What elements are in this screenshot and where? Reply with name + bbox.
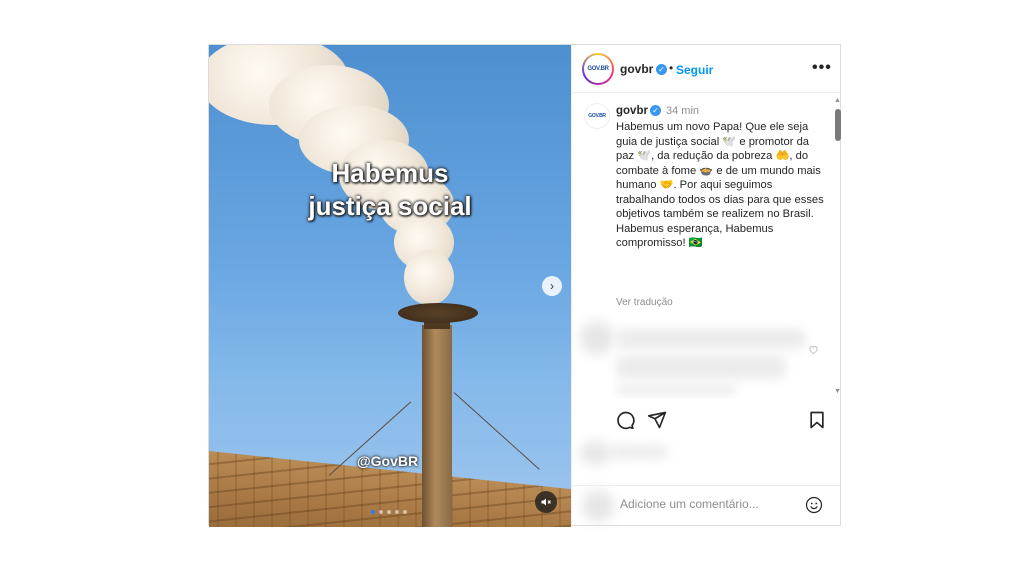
support-wire <box>453 392 540 470</box>
post-media[interactable]: Habemus justiça social @GovBR › <box>209 45 571 527</box>
share-button[interactable] <box>646 409 668 431</box>
see-translation-link[interactable]: Ver tradução <box>616 297 673 308</box>
post-caption-text: Habemus um novo Papa! Que ele seja guia … <box>616 121 824 249</box>
blurred-comment-avatar <box>580 321 614 355</box>
save-button[interactable] <box>806 409 828 431</box>
mute-button[interactable] <box>535 491 557 513</box>
slide-dot <box>379 510 383 514</box>
caption-avatar[interactable]: GOV.BR <box>584 103 610 129</box>
media-caption-line1: Habemus <box>331 158 449 188</box>
blurred-user-avatar <box>582 490 614 522</box>
slide-dot <box>403 510 407 514</box>
more-options-icon[interactable]: ••• <box>812 59 832 77</box>
scrollbar[interactable]: ▲ ▼ <box>834 97 842 397</box>
scroll-down-arrow-icon[interactable]: ▼ <box>834 388 841 395</box>
header-username[interactable]: govbr <box>620 62 653 76</box>
comment-input[interactable] <box>620 497 800 511</box>
muted-speaker-icon <box>541 498 551 506</box>
post-header: GOV.BR govbr ✓ • Seguir ••• <box>572 45 842 93</box>
smoke-cloud <box>404 250 454 305</box>
verified-badge-icon: ✓ <box>656 64 667 75</box>
caption-username[interactable]: govbr <box>616 105 648 117</box>
blurred-comment <box>616 355 786 379</box>
slide-dot-active <box>371 510 375 514</box>
next-slide-button[interactable]: › <box>542 276 562 296</box>
blurred-comment <box>616 329 806 349</box>
blurred-comment <box>616 385 736 395</box>
follow-button[interactable]: Seguir <box>676 63 713 77</box>
media-caption: Habemus justiça social <box>209 157 571 223</box>
avatar-logo: GOV.BR <box>584 55 612 83</box>
share-icon <box>647 411 667 429</box>
comment-button[interactable] <box>614 409 636 431</box>
comment-bar <box>572 485 842 527</box>
blurred-likes-avatar <box>580 441 610 465</box>
avatar[interactable]: GOV.BR <box>582 53 614 85</box>
instagram-post-modal: Habemus justiça social @GovBR › GOV.BR g… <box>208 44 842 527</box>
caption-avatar-logo: GOV.BR <box>586 105 608 127</box>
comments-scroll-area[interactable]: GOV.BR govbr ✓ 34 min Habemus um novo Pa… <box>572 93 834 399</box>
blurred-likes-text <box>608 445 668 459</box>
slide-dot <box>387 510 391 514</box>
emoji-button[interactable] <box>803 494 825 516</box>
chimney <box>422 325 452 527</box>
verified-badge-icon: ✓ <box>650 105 661 116</box>
chimney-cap <box>398 303 478 323</box>
post-actions-bar <box>572 401 842 441</box>
header-separator: • <box>669 61 674 75</box>
emoji-icon <box>805 496 823 514</box>
scroll-up-arrow-icon[interactable]: ▲ <box>834 97 841 104</box>
slide-dot <box>395 510 399 514</box>
post-side-panel: GOV.BR govbr ✓ • Seguir ••• GOV.BR govbr… <box>571 45 842 527</box>
media-watermark: @GovBR <box>357 453 419 469</box>
post-time: 34 min <box>666 105 700 117</box>
bookmark-icon <box>810 411 824 429</box>
slide-indicator <box>371 510 407 514</box>
media-caption-line2: justiça social <box>308 191 472 221</box>
comment-icon <box>617 411 635 430</box>
like-comment-heart-icon[interactable] <box>808 344 819 355</box>
scrollbar-thumb[interactable] <box>835 109 841 141</box>
